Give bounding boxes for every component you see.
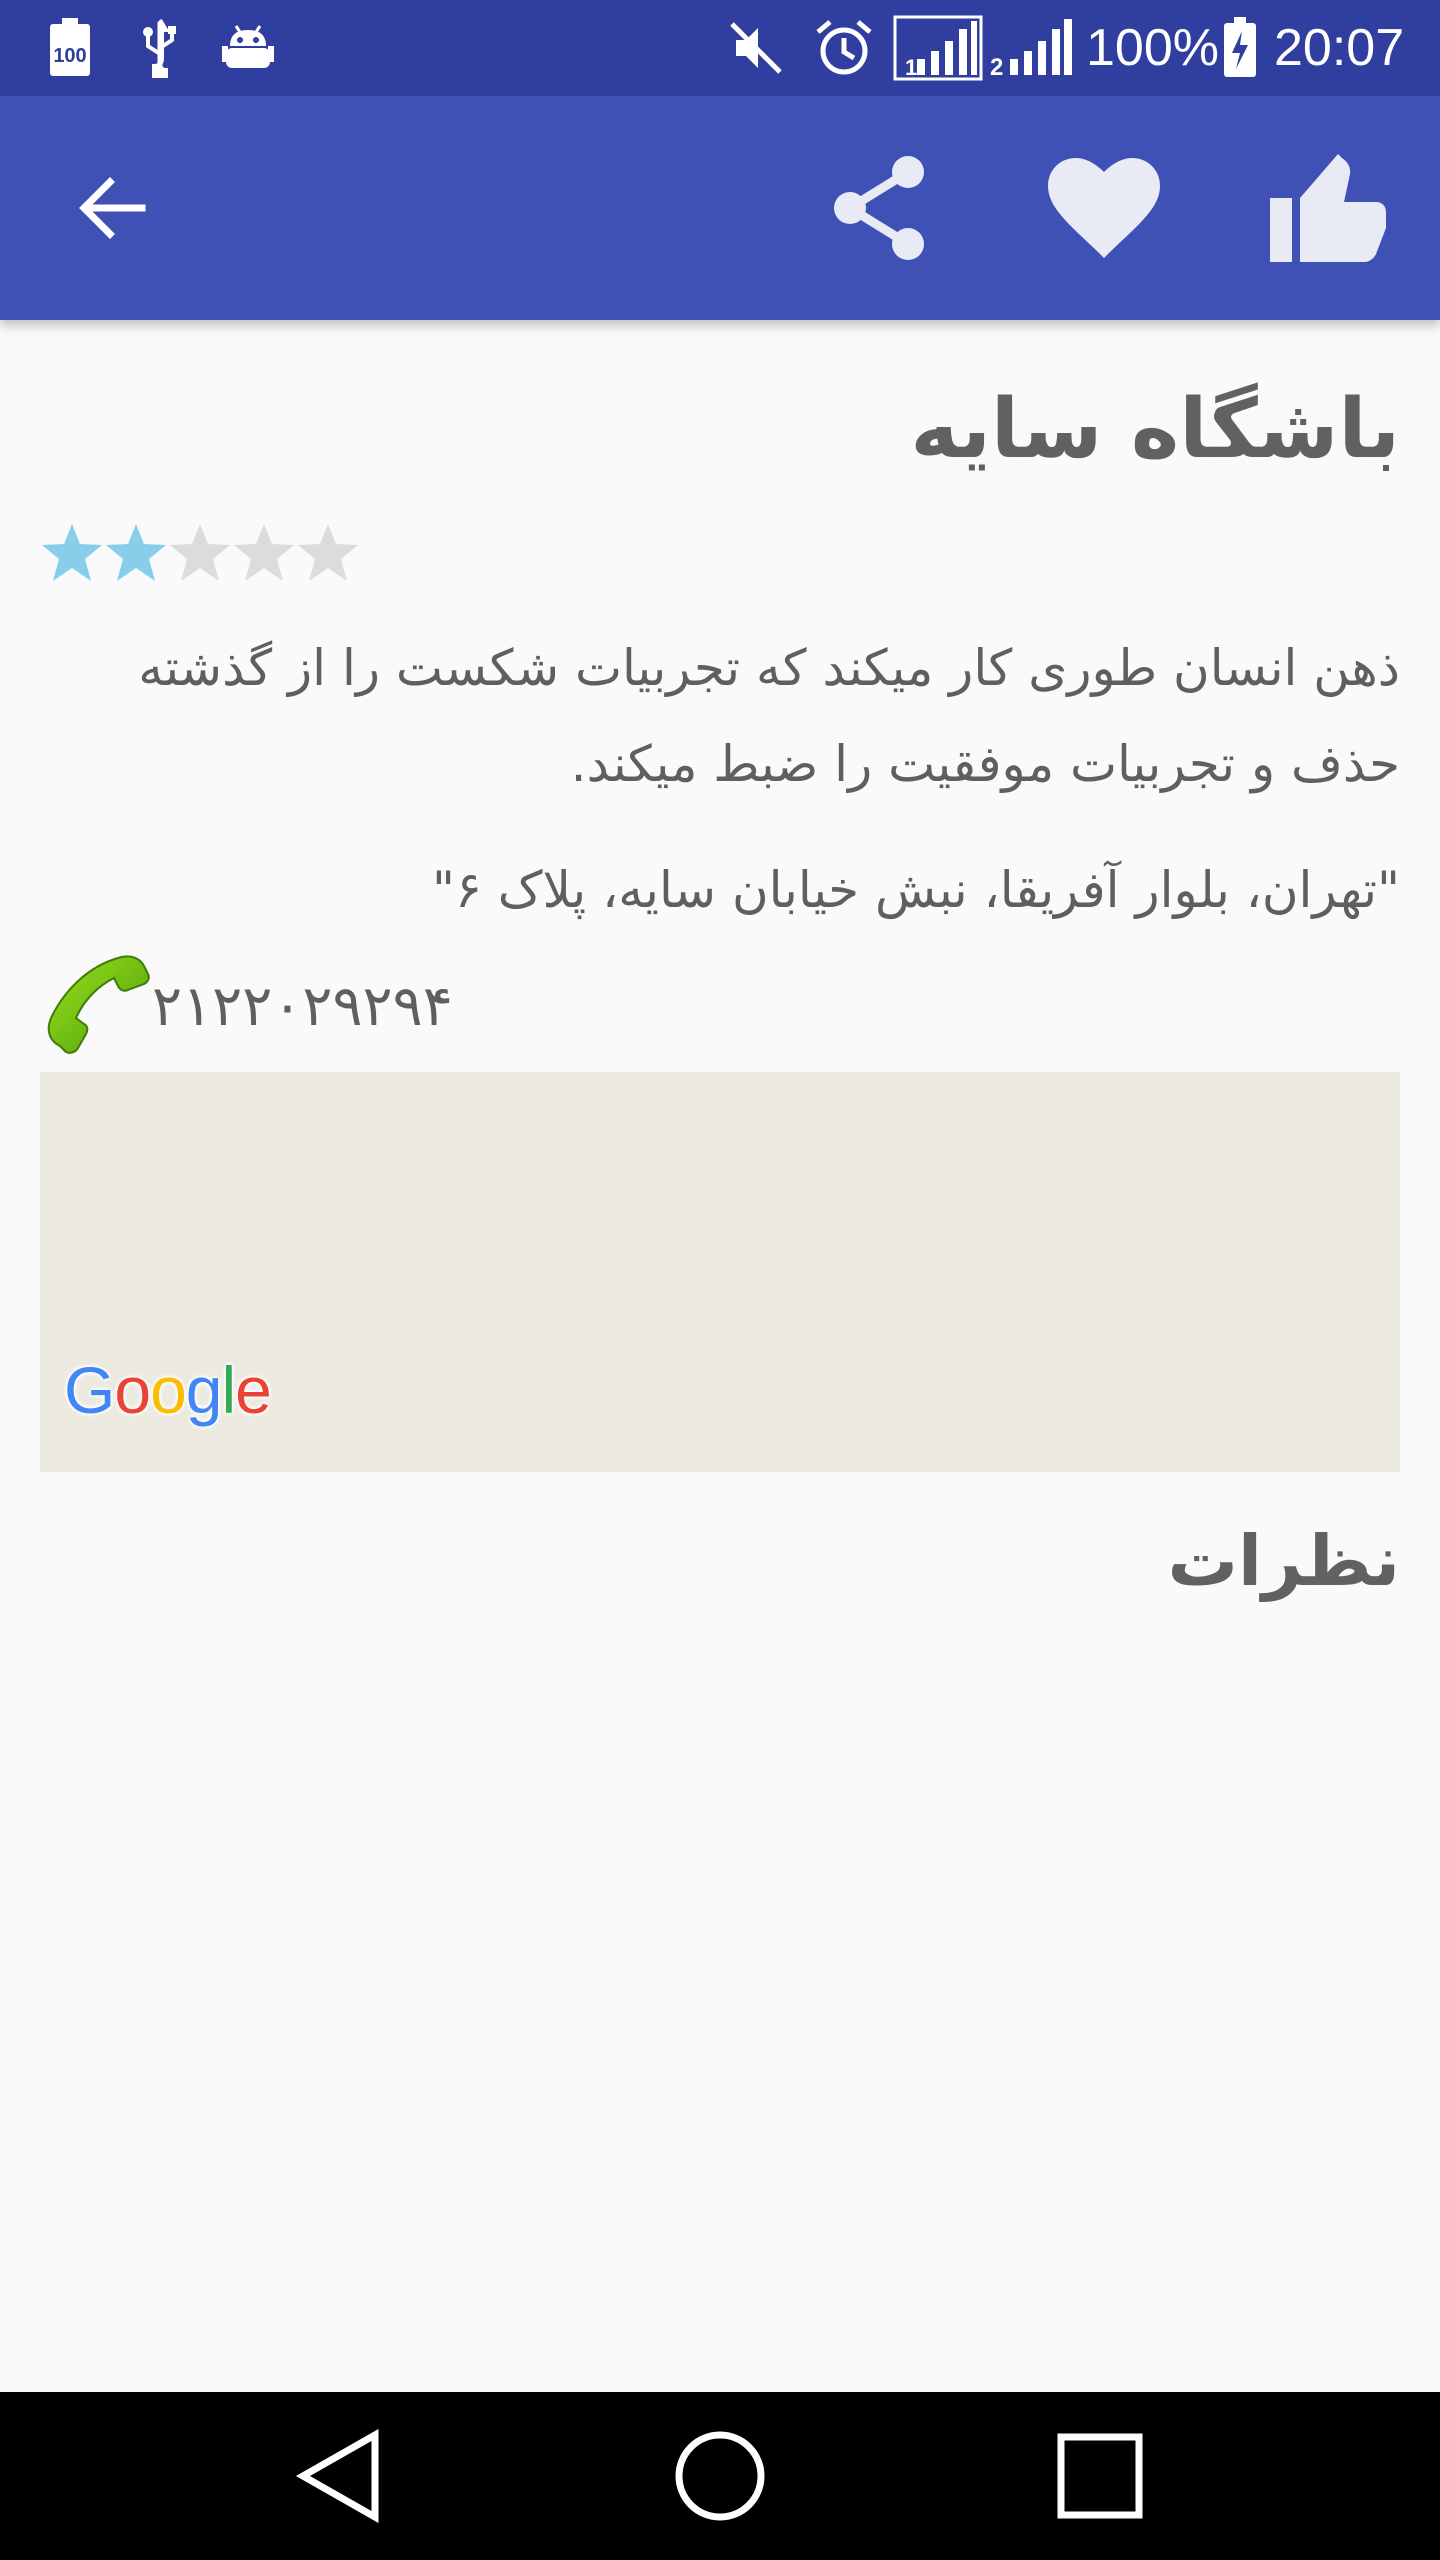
alarm-icon: [814, 14, 874, 82]
thumbs-up-icon[interactable]: [1268, 148, 1388, 268]
svg-text:1: 1: [905, 55, 917, 80]
star-empty-icon: [234, 524, 294, 581]
android-debug-icon: [218, 14, 278, 82]
star-filled-icon: [42, 524, 102, 581]
google-logo: Google: [64, 1353, 272, 1427]
map-view[interactable]: Google: [40, 1072, 1400, 1472]
navigation-bar: [0, 2392, 1440, 2560]
status-bar: 100 1 2 100% 20:07: [0, 0, 1440, 96]
usb-icon: [130, 14, 190, 82]
signal-sim1-icon: 1: [890, 14, 986, 82]
battery-percent: 100%: [1086, 19, 1219, 77]
svg-text:100: 100: [53, 45, 86, 67]
signal-sim2-icon: 2: [990, 14, 1074, 82]
star-empty-icon: [170, 524, 230, 581]
comments-heading: نظرات: [1167, 1520, 1400, 1602]
phone-number[interactable]: ۲۱۲۲۰۲۹۲۹۴: [152, 974, 453, 1039]
clock: 20:07: [1274, 19, 1405, 77]
rating-stars: [40, 520, 360, 590]
place-address: "تهران، بلوار آفریقا، نبش خیابان سایه، پ…: [431, 861, 1400, 919]
star-filled-icon: [106, 524, 166, 581]
home-circle-icon[interactable]: [660, 2416, 780, 2536]
back-triangle-icon[interactable]: [280, 2416, 400, 2536]
back-arrow-icon[interactable]: [52, 148, 172, 268]
share-icon[interactable]: [820, 148, 940, 268]
battery-100-icon: 100: [40, 14, 100, 82]
svg-text:2: 2: [990, 54, 1003, 79]
place-details: باشگاه سایه ذهن انسان طوری کار میکند که …: [0, 320, 1440, 2392]
mute-icon: [726, 14, 786, 82]
place-title: باشگاه سایه: [910, 382, 1400, 477]
phone-row[interactable]: ۲۱۲۲۰۲۹۲۹۴: [40, 955, 453, 1056]
app-bar: [0, 96, 1440, 320]
place-description: ذهن انسان طوری کار میکند که تجربیات شکست…: [138, 639, 1400, 793]
recents-square-icon[interactable]: [1040, 2416, 1160, 2536]
battery-charging-icon: [1220, 14, 1260, 82]
heart-icon[interactable]: [1044, 148, 1164, 268]
star-empty-icon: [298, 524, 358, 581]
phone-handset-icon[interactable]: [40, 950, 152, 1062]
